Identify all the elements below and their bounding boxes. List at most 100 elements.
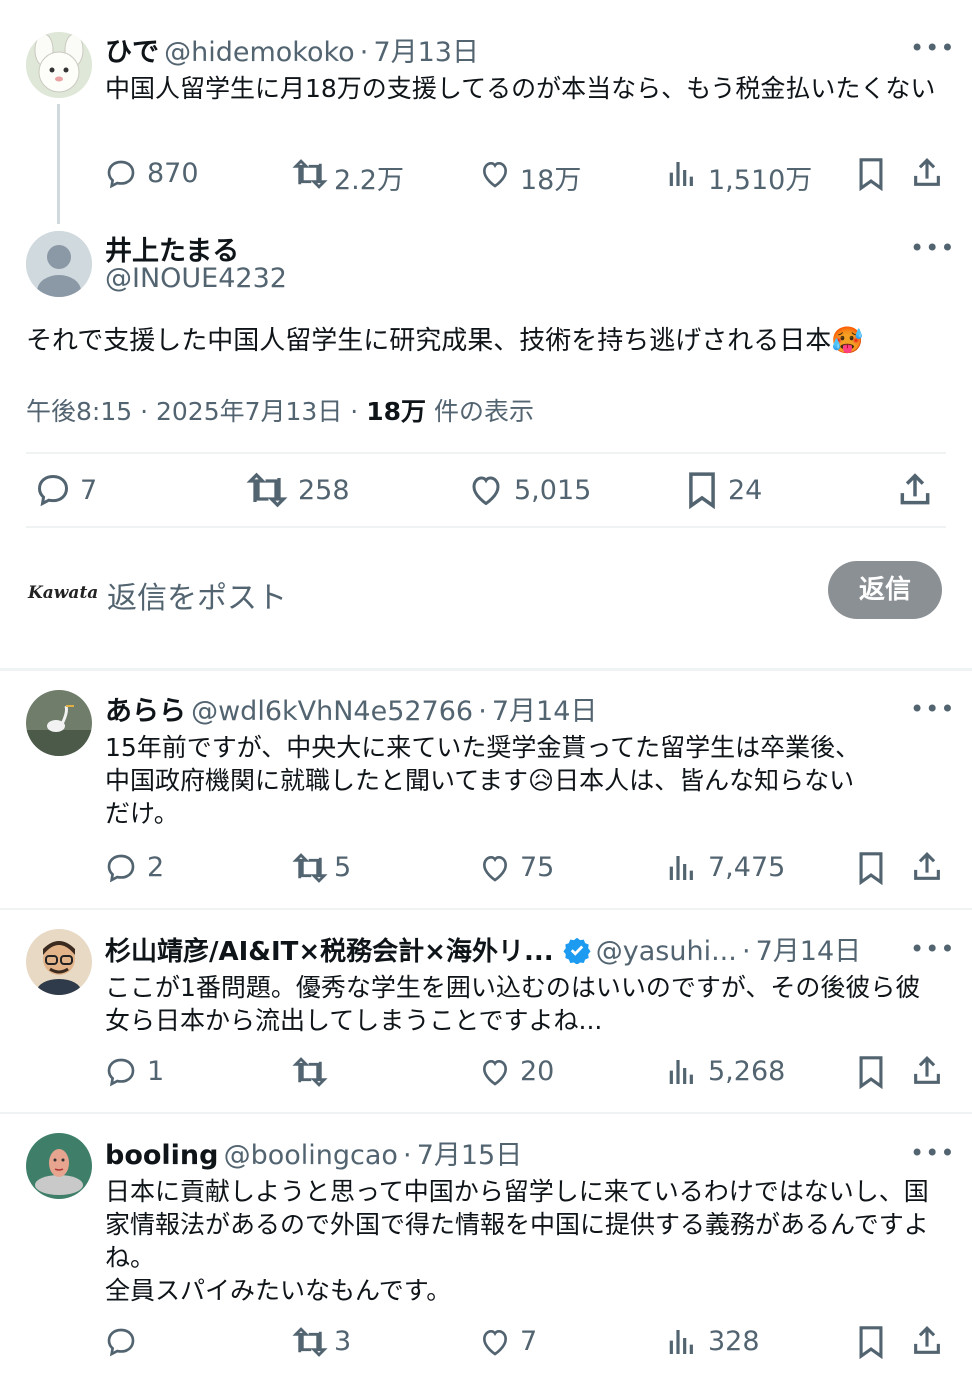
author-handle[interactable]: @yasuhi... <box>596 936 737 967</box>
share-icon[interactable] <box>910 1054 944 1088</box>
reply-count: 870 <box>147 158 199 189</box>
like-count: 7 <box>520 1326 538 1357</box>
separator-dot: · <box>350 397 359 426</box>
retweet-icon[interactable] <box>292 1056 328 1088</box>
tweet-text: 中国人留学生に月18万の支援してるのが本当なら、もう税金払いたくない <box>105 74 936 103</box>
author-name[interactable]: ひで <box>105 37 159 68</box>
avatar-inoue[interactable] <box>26 231 92 297</box>
retweet-icon[interactable] <box>292 852 328 884</box>
reply-icon[interactable] <box>104 158 138 190</box>
more-icon[interactable]: ••• <box>910 695 955 723</box>
views-icon[interactable] <box>666 852 698 884</box>
reply-icon[interactable] <box>104 1056 138 1088</box>
main-tweet-text: それで支援した中国人留学生に研究成果、技術を持ち逃げされる日本🥵 <box>26 320 864 357</box>
author-name[interactable]: booling <box>105 1140 218 1171</box>
reply-button[interactable]: 返信 <box>828 561 942 619</box>
views-icon[interactable] <box>666 1326 698 1358</box>
reply-icon[interactable] <box>34 472 72 508</box>
reply-input[interactable]: 返信をポスト <box>107 573 287 617</box>
author-handle[interactable]: @boolingcao <box>224 1140 398 1171</box>
like-icon[interactable] <box>478 1326 512 1358</box>
more-icon[interactable]: ••• <box>910 34 955 62</box>
verified-badge-icon <box>563 936 591 964</box>
tweet-date[interactable]: 7月15日 <box>417 1140 523 1171</box>
avatar-arara[interactable] <box>26 690 92 756</box>
tweet-text: それで支援した中国人留学生に研究成果、技術を持ち逃げされる日本 <box>26 326 832 356</box>
retweet-icon[interactable] <box>246 472 288 508</box>
hot-face-emoji: 🥵 <box>831 326 864 356</box>
thread-line <box>57 104 60 224</box>
more-icon[interactable]: ••• <box>910 935 955 963</box>
separator-dot: · <box>478 696 487 727</box>
views-icon[interactable] <box>666 158 698 190</box>
views-count: 7,475 <box>708 852 786 883</box>
like-icon[interactable] <box>478 158 512 190</box>
bookmark-icon[interactable] <box>856 1325 886 1359</box>
share-icon[interactable] <box>910 850 944 884</box>
reply-header: booling @boolingcao · 7月15日 <box>105 1133 522 1172</box>
bookmark-icon[interactable] <box>856 851 886 885</box>
divider <box>26 452 946 454</box>
share-icon[interactable] <box>896 471 934 509</box>
author-handle[interactable]: @wdl6kVhN4e52766 <box>191 696 473 727</box>
views-label: 件の表示 <box>433 397 534 426</box>
retweet-icon[interactable] <box>292 158 328 190</box>
avatar-sugiyama[interactable] <box>26 929 92 995</box>
reply-text-line: だけ。 <box>105 799 179 828</box>
parent-header: ひで @hidemokoko · 7月13日 <box>105 30 479 69</box>
reply-icon[interactable] <box>104 1326 138 1358</box>
like-count: 20 <box>520 1056 555 1087</box>
bookmark-icon[interactable] <box>686 471 718 509</box>
tweet-date[interactable]: 7月13日 <box>373 37 479 68</box>
separator-dot: · <box>140 397 149 426</box>
reply-text-paragraph: 全員スパイみたいなもんです。 <box>105 1276 452 1305</box>
reply-text-line: 15年前ですが、中央大に来ていた奨学金貰ってた留学生は卒業後、 <box>105 733 861 762</box>
share-icon[interactable] <box>910 1324 944 1358</box>
avatar-booling[interactable] <box>26 1133 92 1199</box>
tweet-date[interactable]: 7月14日 <box>492 696 598 727</box>
reply-header: 杉山靖彦/AI&IT×税務会計×海外リ... @yasuhi... · 7月14… <box>105 929 861 968</box>
tweet-date[interactable]: 7月14日 <box>756 936 862 967</box>
retweet-count: 2.2万 <box>334 165 404 196</box>
reply-count: 2 <box>147 852 165 883</box>
like-icon[interactable] <box>478 1056 512 1088</box>
views-count: 328 <box>708 1326 760 1357</box>
reply-text-paragraph: 日本に貢献しようと思って中国から留学しに来ているわけではないし、国家情報法がある… <box>105 1177 929 1272</box>
author-handle[interactable]: @INOUE4232 <box>105 263 287 294</box>
like-icon[interactable] <box>467 472 505 508</box>
tweet-time[interactable]: 午後8:15 <box>26 397 132 426</box>
divider <box>26 526 946 528</box>
like-count: 5,015 <box>514 475 592 506</box>
like-icon[interactable] <box>478 852 512 884</box>
reply-text: 日本に貢献しようと思って中国から留学しに来ているわけではないし、国家情報法がある… <box>105 1175 945 1307</box>
separator-dot: · <box>403 1140 412 1171</box>
reply-header: あらら @wdl6kVhN4e52766 · 7月14日 <box>105 689 597 728</box>
reply-text: ここが1番問題。優秀な学生を囲い込むのはいいのですが、その後彼ら彼女ら日本から流… <box>105 973 921 1035</box>
views-count: 1,510万 <box>708 165 813 196</box>
more-icon[interactable]: ••• <box>910 1139 955 1167</box>
author-handle[interactable]: @hidemokoko <box>164 37 355 68</box>
bookmark-icon[interactable] <box>856 1055 886 1089</box>
reply-count: 7 <box>80 475 98 506</box>
more-icon[interactable]: ••• <box>910 234 955 262</box>
share-icon[interactable] <box>910 156 944 190</box>
author-name[interactable]: 杉山靖彦/AI&IT×税務会計×海外リ... <box>105 937 554 967</box>
sad-face-emoji: 😥 <box>528 766 555 795</box>
section-divider <box>0 668 972 671</box>
reply-icon[interactable] <box>104 852 138 884</box>
bookmark-icon[interactable] <box>856 157 886 191</box>
retweet-icon[interactable] <box>292 1326 328 1358</box>
bookmark-count: 24 <box>728 475 763 506</box>
like-count: 18万 <box>520 165 582 196</box>
reply-text: 15年前ですが、中央大に来ていた奨学金貰ってた留学生は卒業後、 中国政府機関に就… <box>105 731 945 830</box>
retweet-count: 3 <box>334 1326 352 1357</box>
views-icon[interactable] <box>666 1056 698 1088</box>
reply-text-line: 中国政府機関に就職したと聞いてます😥日本人は、皆んな知らない <box>105 766 855 795</box>
views-count: 5,268 <box>708 1056 786 1087</box>
tweet-date[interactable]: 2025年7月13日 <box>156 397 342 426</box>
avatar-hide[interactable] <box>26 32 92 98</box>
tweet-meta: 午後8:15 · 2025年7月13日 · 18万 件の表示 <box>26 392 534 428</box>
separator-dot: · <box>359 37 369 68</box>
composer-logo: Kawata <box>28 583 99 603</box>
author-name[interactable]: あらら <box>105 696 186 727</box>
